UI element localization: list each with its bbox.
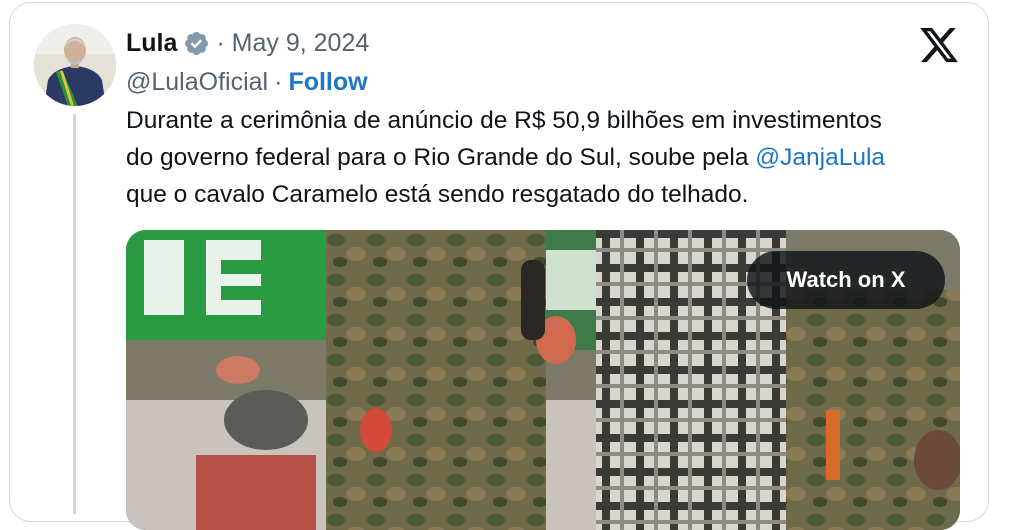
verified-badge-icon [185,31,209,55]
avatar-photo [34,24,116,106]
follow-link[interactable]: Follow [288,68,367,97]
post-text-line-3: que o cavalo Caramelo está sendo resgata… [126,181,749,208]
x-logo-icon[interactable] [918,24,960,66]
author-handle[interactable]: @LulaOficial [126,68,268,97]
thread-line [73,114,76,514]
post-date[interactable]: · May 9, 2024 [216,29,369,58]
mention-link[interactable]: @JanjaLula [755,144,885,171]
post-text-line-2-body: do governo federal para o Rio Grande do … [126,144,756,171]
post-text-line-1: Durante a cerimônia de anúncio de R$ 50,… [126,107,882,134]
watch-on-x-button[interactable]: Watch on X [747,251,945,309]
handle-separator: · [274,67,283,96]
author-avatar[interactable] [34,24,116,106]
post-text: Durante a cerimônia de anúncio de R$ 50,… [126,102,966,213]
author-name[interactable]: Lula [126,29,177,58]
post-header: Lula · May 9, 2024 [126,26,369,60]
post-text-line-2: do governo federal para o Rio Grande do … [126,139,966,176]
post-subheader: @LulaOficial · Follow [126,66,368,98]
